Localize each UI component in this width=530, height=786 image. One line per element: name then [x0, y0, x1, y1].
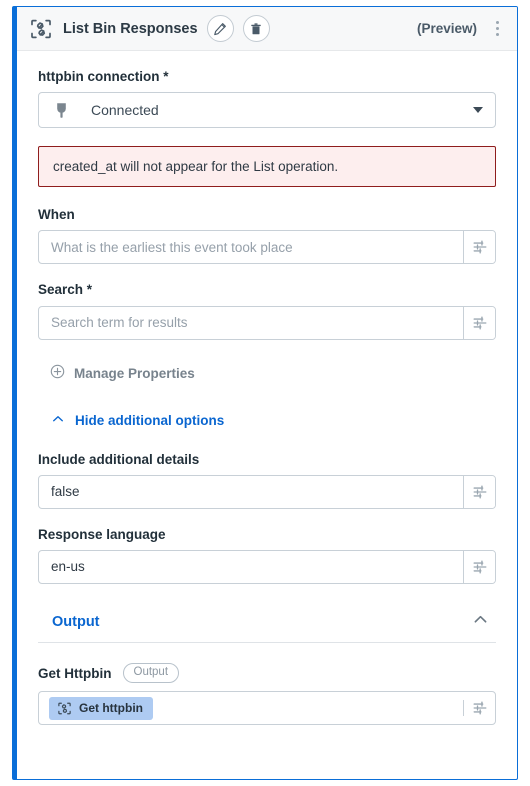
connection-value: Connected	[91, 102, 159, 119]
when-label: When	[38, 207, 75, 223]
manage-properties-button[interactable]: Manage Properties	[38, 358, 496, 390]
kebab-dot	[495, 21, 499, 24]
when-input[interactable]: What is the earliest this event took pla…	[39, 231, 463, 263]
output-section-title: Output	[52, 613, 100, 630]
sliders-icon	[472, 315, 488, 331]
search-sliders-button[interactable]	[463, 306, 495, 339]
chevron-down-icon	[473, 107, 483, 114]
response-language-input[interactable]: en-us	[39, 551, 463, 583]
manage-properties-label: Manage Properties	[74, 366, 195, 382]
hide-additional-options-label: Hide additional options	[75, 413, 225, 429]
when-field-row: What is the earliest this event took pla…	[38, 230, 496, 265]
integration-nodes-icon	[29, 17, 53, 41]
include-details-input[interactable]: false	[39, 476, 463, 508]
get-httpbin-label-row: Get Httpbin Output	[38, 662, 496, 684]
hide-additional-options-button[interactable]: Hide additional options	[38, 404, 496, 438]
get-httpbin-field-row: Get httpbin	[38, 691, 496, 726]
sliders-icon	[472, 559, 488, 575]
chevron-up-icon	[52, 412, 64, 430]
page-title: List Bin Responses	[63, 20, 198, 37]
integration-nodes-icon	[57, 701, 72, 716]
output-badge: Output	[122, 662, 180, 684]
action-card: List Bin Responses (Preview) httpbin con…	[12, 6, 518, 780]
search-label: Search *	[38, 282, 93, 298]
token-chip-label: Get httpbin	[79, 701, 143, 716]
card-body: httpbin connection * Connected created_a…	[17, 51, 517, 726]
get-httpbin-input[interactable]: Get httpbin	[39, 696, 463, 720]
response-language-field-row: en-us	[38, 549, 496, 584]
sliders-icon	[472, 700, 488, 716]
delete-button[interactable]	[242, 15, 270, 42]
edit-button[interactable]	[206, 15, 234, 42]
sliders-icon	[472, 239, 488, 255]
output-section-header[interactable]: Output	[38, 602, 496, 643]
kebab-dot	[495, 27, 499, 30]
search-field-row: Search term for results	[38, 305, 496, 340]
plus-circle-icon	[50, 364, 65, 384]
plug-icon	[53, 101, 70, 120]
warning-banner: created_at will not appear for the List …	[38, 146, 496, 188]
include-details-label: Include additional details	[38, 451, 200, 467]
response-language-sliders-button[interactable]	[463, 550, 495, 583]
response-language-label: Response language	[38, 526, 166, 542]
connection-label: httpbin connection *	[38, 69, 169, 84]
chevron-up-icon	[473, 612, 488, 632]
connection-select[interactable]: Connected	[38, 92, 496, 129]
pencil-icon	[213, 22, 227, 36]
get-httpbin-sliders-button[interactable]	[463, 700, 495, 717]
preview-badge: (Preview)	[416, 21, 477, 36]
include-details-sliders-button[interactable]	[463, 475, 495, 508]
search-input[interactable]: Search term for results	[39, 307, 463, 339]
kebab-dot	[495, 33, 499, 36]
trash-icon	[249, 22, 263, 36]
include-details-field-row: false	[38, 474, 496, 509]
card-header: List Bin Responses (Preview)	[17, 7, 517, 51]
get-httpbin-label: Get Httpbin	[38, 665, 112, 681]
token-chip[interactable]: Get httpbin	[49, 696, 153, 720]
kebab-menu-icon[interactable]	[487, 17, 507, 41]
when-sliders-button[interactable]	[463, 231, 495, 264]
sliders-icon	[472, 484, 488, 500]
